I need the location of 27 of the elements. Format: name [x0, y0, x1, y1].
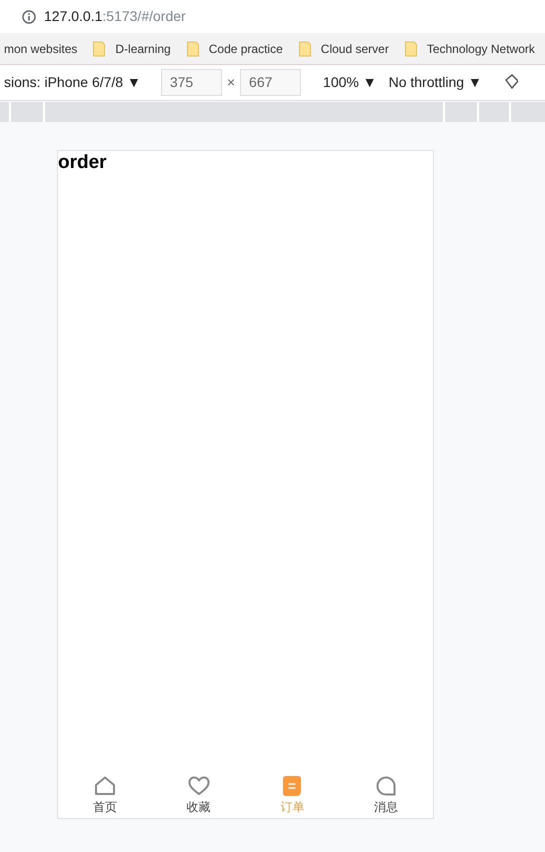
- heart-icon: [188, 776, 210, 796]
- bookmark[interactable]: Technology Network: [404, 40, 535, 58]
- zoom-select[interactable]: 100% ▼: [323, 72, 377, 93]
- address-bar[interactable]: 127.0.0.1:5173/#/order: [22, 6, 186, 27]
- folder-icon: [404, 40, 417, 56]
- bookmark[interactable]: mon websites: [4, 40, 78, 58]
- home-icon: [94, 776, 116, 796]
- chat-bubble-icon: [375, 776, 398, 796]
- tab[interactable]: 首页: [58, 770, 152, 818]
- bookmark[interactable]: Code practice: [186, 40, 283, 58]
- device-select[interactable]: sions: iPhone 6/7/8 ▼: [4, 72, 141, 93]
- height-field[interactable]: 667: [240, 69, 302, 96]
- width-field[interactable]: 375: [160, 69, 222, 96]
- rotate-icon[interactable]: [504, 74, 518, 92]
- throttling-select[interactable]: No throttling ▼: [388, 72, 482, 93]
- times-text: ×: [226, 73, 236, 92]
- bookmark[interactable]: D-learning: [93, 40, 171, 58]
- folder-icon: [186, 40, 199, 56]
- tab[interactable]: 收藏: [152, 770, 246, 818]
- folder-icon: [93, 40, 106, 56]
- document-icon: [283, 776, 302, 796]
- page-heading: order: [58, 151, 108, 175]
- url-text: 127.0.0.1:5173/#/order: [44, 7, 186, 26]
- info-icon: [22, 10, 36, 24]
- bookmark[interactable]: Cloud server: [298, 40, 389, 58]
- folder-icon: [298, 40, 311, 56]
- tab[interactable]: 消息: [339, 770, 433, 818]
